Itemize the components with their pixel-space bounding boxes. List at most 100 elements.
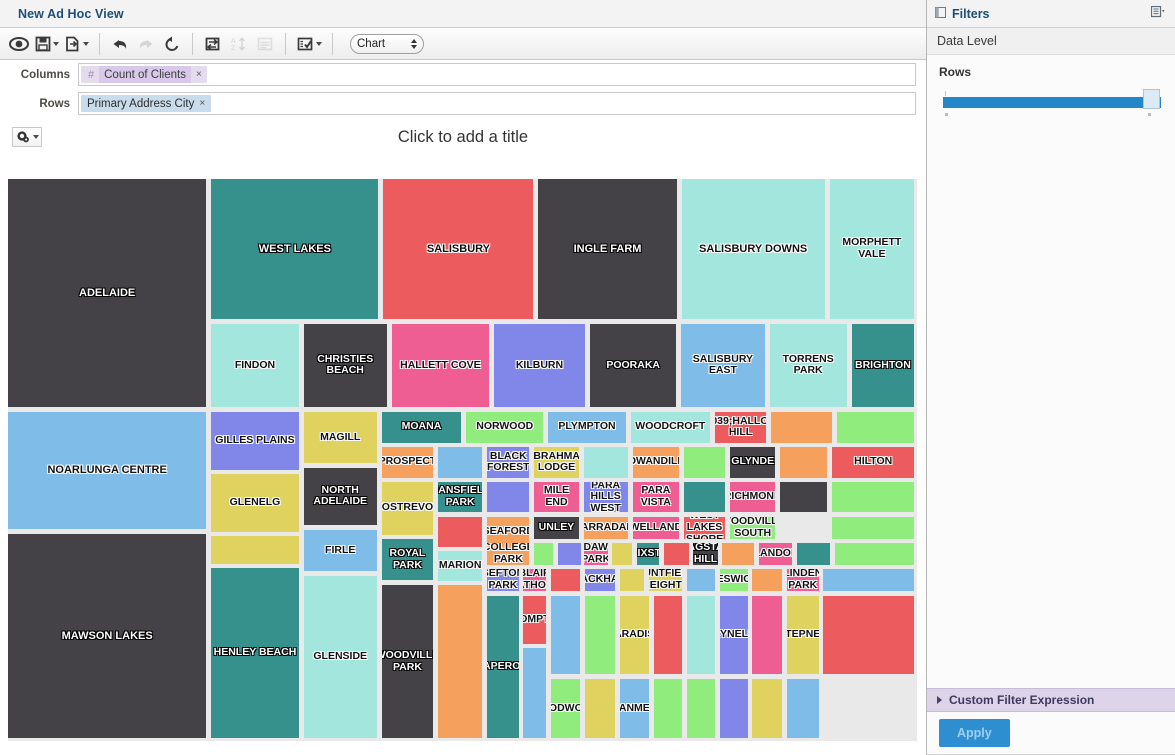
treemap-cell[interactable]: NOARLUNGA CENTRE bbox=[8, 411, 207, 529]
treemap-cell[interactable]: PROSPECT bbox=[381, 447, 434, 478]
list-menu-icon[interactable] bbox=[1150, 5, 1167, 21]
treemap-cell[interactable] bbox=[664, 542, 689, 566]
chart-type-select[interactable]: Chart bbox=[350, 33, 424, 54]
switch-icon[interactable] bbox=[200, 31, 226, 57]
treemap-cell[interactable]: WOODCROFT bbox=[630, 411, 710, 443]
sort-icon[interactable]: AZ bbox=[226, 31, 252, 57]
apply-button[interactable]: Apply bbox=[939, 719, 1010, 747]
treemap-cell[interactable] bbox=[837, 411, 914, 443]
treemap-cell[interactable]: FINDON bbox=[211, 323, 299, 407]
treemap-cell[interactable]: COLLEGE PARK bbox=[487, 542, 530, 566]
treemap-cell[interactable]: KESWICK bbox=[719, 569, 748, 592]
treemap-cell[interactable]: COWANDILLA bbox=[632, 447, 679, 478]
treemap-cell[interactable]: UNLEY bbox=[534, 516, 579, 540]
treemap-cell[interactable]: SEFTON PARK bbox=[487, 569, 519, 592]
treemap-cell[interactable] bbox=[557, 542, 581, 566]
treemap-cell[interactable]: MARION bbox=[438, 551, 483, 581]
treemap-cell[interactable] bbox=[797, 542, 831, 566]
treemap-cell[interactable]: GLENELG bbox=[211, 474, 299, 533]
treemap-cell[interactable] bbox=[534, 542, 554, 566]
treemap-cell[interactable] bbox=[832, 516, 914, 540]
treemap-chart[interactable]: ADELAIDE WEST LAKES SALISBURY INGLE FARM SAL… bbox=[8, 179, 917, 741]
treemap-cell[interactable]: INGLE FARM bbox=[538, 179, 677, 320]
treemap-cell[interactable]: FLAGSTAFF HILL bbox=[693, 542, 718, 566]
treemap-cell[interactable]: DAW PARK bbox=[583, 542, 608, 566]
treemap-cell[interactable] bbox=[438, 516, 483, 548]
spinner-icon[interactable] bbox=[411, 38, 417, 49]
treemap-cell[interactable]: WEST LAKES bbox=[211, 179, 379, 320]
treemap-cell[interactable]: ROSTREVOR bbox=[381, 481, 434, 535]
treemap-cell[interactable]: LINDEN PARK bbox=[787, 569, 819, 592]
treemap-cell[interactable]: MAGILL bbox=[303, 411, 377, 464]
treemap-cell[interactable]: WEST LAKES SHORE bbox=[683, 516, 726, 540]
treemap-cell[interactable] bbox=[211, 536, 299, 564]
treemap-cell[interactable]: MORPHETT VALE bbox=[829, 179, 914, 320]
treemap-cell[interactable]: HALLETT COVE bbox=[391, 323, 489, 407]
treemap-cell[interactable]: GOODWOOD bbox=[550, 679, 581, 738]
treemap-cell[interactable] bbox=[752, 569, 783, 592]
treemap-cell[interactable]: BRIGHTON bbox=[851, 323, 914, 407]
treemap-cell[interactable] bbox=[832, 481, 914, 513]
preview-icon[interactable] bbox=[6, 31, 32, 57]
treemap-cell[interactable]: BLACK FOREST bbox=[487, 447, 530, 478]
treemap-cell[interactable]: MOANA bbox=[381, 411, 462, 443]
grid-icon[interactable] bbox=[252, 31, 278, 57]
treemap-cell[interactable] bbox=[752, 596, 783, 675]
treemap-cell[interactable]: SALISBURY EAST bbox=[681, 323, 765, 407]
columns-dropzone[interactable]: # Count of Clients × bbox=[78, 63, 916, 86]
treemap-cell[interactable]: GLENSIDE bbox=[303, 575, 377, 738]
treemap-cell[interactable]: WOODVILLE SOUTH bbox=[730, 516, 776, 540]
pill-primary-address-city[interactable]: Primary Address City × bbox=[81, 95, 212, 112]
treemap-cell[interactable]: TORRENS PARK bbox=[769, 323, 847, 407]
chevron-down-icon[interactable] bbox=[316, 41, 322, 46]
treemap-cell[interactable]: PARA VISTA bbox=[632, 481, 679, 513]
treemap-cell[interactable]: KILBURN bbox=[493, 323, 586, 407]
treemap-cell[interactable] bbox=[683, 481, 726, 513]
treemap-cell[interactable] bbox=[683, 447, 726, 478]
treemap-cell[interactable] bbox=[835, 542, 914, 566]
treemap-cell[interactable]: GILLES PLAINS bbox=[211, 411, 299, 470]
treemap-cell[interactable]: HACKHAM bbox=[585, 569, 615, 592]
treemap-cell[interactable] bbox=[780, 481, 828, 513]
pill-count-of-clients[interactable]: # Count of Clients × bbox=[81, 66, 207, 83]
treemap-cell[interactable] bbox=[687, 569, 715, 592]
chevron-right-icon[interactable] bbox=[937, 696, 942, 704]
treemap-cell[interactable]: WARRADALE bbox=[583, 516, 628, 540]
treemap-cell[interactable]: NORTH ADELAIDE bbox=[303, 467, 377, 526]
treemap-cell[interactable]: HILTON bbox=[832, 447, 914, 478]
treemap-cell[interactable] bbox=[583, 447, 628, 478]
treemap-cell[interactable] bbox=[719, 679, 748, 738]
save-icon[interactable] bbox=[32, 31, 62, 57]
treemap-cell[interactable] bbox=[823, 569, 914, 592]
treemap-cell[interactable]: TAPEROO bbox=[487, 596, 519, 738]
treemap-cell[interactable] bbox=[619, 569, 645, 592]
treemap-cell[interactable]: FIRLE bbox=[303, 529, 377, 572]
treemap-cell[interactable] bbox=[654, 596, 683, 675]
treemap-cell[interactable] bbox=[550, 596, 581, 675]
treemap-cell[interactable]: HENLEY BEACH bbox=[211, 568, 299, 738]
treemap-cell[interactable]: CHRISTIES BEACH bbox=[303, 323, 387, 407]
treemap-cell[interactable] bbox=[722, 542, 754, 566]
rows-dropzone[interactable]: Primary Address City × bbox=[78, 92, 916, 115]
treemap-cell[interactable]: RICHMOND bbox=[730, 481, 776, 513]
treemap-cell[interactable]: MILE END bbox=[534, 481, 579, 513]
treemap-cell[interactable]: FELIXSTOW bbox=[637, 542, 660, 566]
remove-icon[interactable]: × bbox=[199, 98, 205, 109]
treemap-cell[interactable]: MAWSON LAKES bbox=[8, 534, 207, 738]
treemap-cell[interactable]: PLYMPTON bbox=[548, 411, 626, 443]
treemap-cell[interactable]: TRANMERE bbox=[619, 679, 650, 738]
treemap-cell[interactable] bbox=[771, 411, 833, 443]
treemap-cell[interactable] bbox=[823, 596, 914, 675]
treemap-cell[interactable]: ROYAL PARK bbox=[381, 538, 434, 581]
treemap-cell[interactable]: PARADISE bbox=[619, 596, 650, 675]
export-icon[interactable] bbox=[62, 31, 92, 57]
treemap-cell[interactable]: POORAKA bbox=[590, 323, 677, 407]
treemap-cell[interactable]: GLANDORE bbox=[758, 542, 793, 566]
treemap-cell[interactable]: GLYNDE bbox=[730, 447, 776, 478]
revert-icon[interactable] bbox=[159, 31, 185, 57]
chart-title-placeholder[interactable]: Click to add a title bbox=[0, 128, 926, 147]
treemap-cell[interactable]: HUNTFIELD HEIGHTS bbox=[648, 569, 683, 592]
treemap-cell[interactable] bbox=[523, 648, 546, 738]
treemap-cell[interactable]: STEPNEY bbox=[787, 596, 819, 675]
undo-icon[interactable] bbox=[107, 31, 133, 57]
